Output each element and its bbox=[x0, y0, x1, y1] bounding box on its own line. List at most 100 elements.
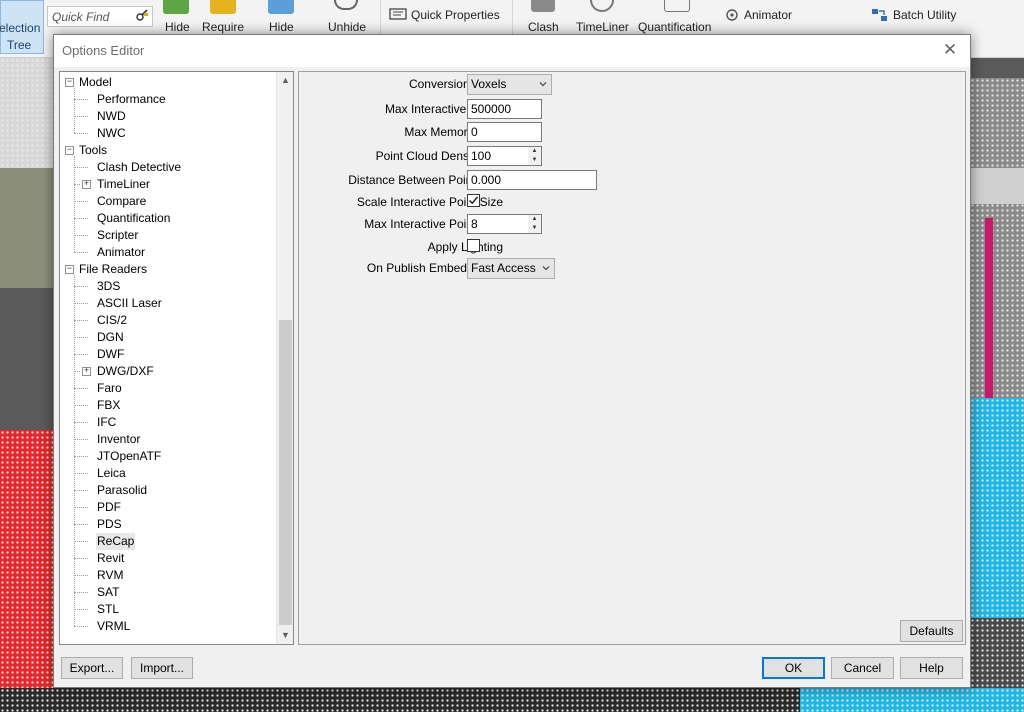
tree-connector bbox=[74, 133, 88, 134]
on-publish-embed-xrefs-select[interactable]: Fast Access bbox=[467, 258, 555, 279]
max-interactive-point-size-input[interactable] bbox=[467, 214, 529, 234]
tree-item-revit[interactable]: Revit bbox=[60, 550, 277, 567]
clash-button[interactable]: Clash bbox=[528, 20, 559, 34]
tree-item-performance[interactable]: Performance bbox=[60, 91, 277, 108]
tree-item-tools[interactable]: − Tools bbox=[60, 142, 277, 159]
tree-connector bbox=[74, 88, 75, 133]
apply-lighting-checkbox[interactable] bbox=[467, 239, 480, 252]
tree-item-ascii-laser[interactable]: ASCII Laser bbox=[60, 295, 277, 312]
tree-item-quantification[interactable]: Quantification bbox=[60, 210, 277, 227]
tree-item-nwc[interactable]: NWC bbox=[60, 125, 277, 142]
max-memory-input[interactable] bbox=[467, 122, 542, 142]
scene-structure bbox=[0, 58, 60, 168]
tree-connector bbox=[74, 337, 88, 338]
max-interactive-points-input[interactable] bbox=[467, 99, 542, 119]
hide-unselected-button[interactable]: Hide bbox=[269, 20, 294, 34]
tree-item-sat[interactable]: SAT bbox=[60, 584, 277, 601]
tree-item-parasolid[interactable]: Parasolid bbox=[60, 482, 277, 499]
animator-button[interactable]: Animator bbox=[724, 8, 792, 22]
dialog-titlebar[interactable]: Options Editor ✕ bbox=[54, 35, 970, 67]
tree-item-label: STL bbox=[97, 602, 120, 616]
tree-item-cis-2[interactable]: CIS/2 bbox=[60, 312, 277, 329]
tree-item-rvm[interactable]: RVM bbox=[60, 567, 277, 584]
tree-item-nwd[interactable]: NWD bbox=[60, 108, 277, 125]
tree-item-inventor[interactable]: Inventor bbox=[60, 431, 277, 448]
max-memory-row: Max Memory (MB) bbox=[299, 121, 965, 143]
tree-item-label: Animator bbox=[97, 245, 146, 259]
conversion-mode-select[interactable]: Voxels bbox=[467, 74, 552, 95]
ok-button[interactable]: OK bbox=[762, 657, 825, 679]
tree-item-jtopenatf[interactable]: JTOpenATF bbox=[60, 448, 277, 465]
help-button[interactable]: Help bbox=[900, 657, 963, 679]
tree-item-animator[interactable]: Animator bbox=[60, 244, 277, 261]
quick-properties-button[interactable]: Quick Properties bbox=[389, 8, 500, 22]
tree-item-3ds[interactable]: 3DS bbox=[60, 278, 277, 295]
expand-icon[interactable]: + bbox=[82, 367, 91, 376]
tree-connector bbox=[74, 422, 88, 423]
tree-scrollbar[interactable]: ▲ ▼ bbox=[276, 72, 293, 644]
quick-find-input[interactable]: Quick Find bbox=[47, 6, 153, 27]
tree-item-compare[interactable]: Compare bbox=[60, 193, 277, 210]
spin-down-icon[interactable]: ▼ bbox=[528, 156, 541, 165]
collapse-icon[interactable]: − bbox=[65, 265, 74, 274]
quick-properties-label: Quick Properties bbox=[411, 8, 500, 22]
point-cloud-density-input[interactable] bbox=[467, 146, 529, 166]
spin-buttons: ▲ ▼ bbox=[528, 146, 542, 166]
hide-button[interactable]: Hide bbox=[165, 20, 190, 34]
import-button[interactable]: Import... bbox=[131, 657, 193, 679]
point-cloud-density-stepper[interactable]: ▲ ▼ bbox=[467, 146, 542, 166]
defaults-button[interactable]: Defaults bbox=[900, 620, 963, 642]
tree-item-fbx[interactable]: FBX bbox=[60, 397, 277, 414]
expand-icon[interactable]: + bbox=[82, 180, 91, 189]
spin-up-icon[interactable]: ▲ bbox=[528, 147, 541, 156]
tree-item-dwg-dxf[interactable]: + DWG/DXF bbox=[60, 363, 277, 380]
quantification-button[interactable]: Quantification bbox=[638, 20, 711, 34]
tree-item-model[interactable]: − Model bbox=[60, 74, 277, 91]
tree-item-pdf[interactable]: PDF bbox=[60, 499, 277, 516]
on-publish-embed-xrefs-row: On Publish Embed XRefs Fast Access bbox=[299, 257, 965, 279]
tree-item-scripter[interactable]: Scripter bbox=[60, 227, 277, 244]
batch-utility-button[interactable]: Batch Utility bbox=[871, 8, 956, 22]
tree-item-recap[interactable]: ReCap bbox=[60, 533, 277, 550]
max-interactive-point-size-stepper[interactable]: ▲ ▼ bbox=[467, 214, 542, 234]
tree-item-timeliner[interactable]: + TimeLiner bbox=[60, 176, 277, 193]
tree-item-dwf[interactable]: DWF bbox=[60, 346, 277, 363]
spin-up-icon[interactable]: ▲ bbox=[528, 215, 541, 224]
hide-icon bbox=[163, 0, 189, 14]
cancel-button[interactable]: Cancel bbox=[831, 657, 894, 679]
scene-red-equipment bbox=[0, 430, 55, 712]
tree-connector bbox=[74, 320, 88, 321]
chevron-down-icon bbox=[542, 266, 550, 271]
conversion-mode-value: Voxels bbox=[471, 77, 507, 91]
distance-between-points-input[interactable] bbox=[467, 170, 597, 190]
collapse-icon[interactable]: − bbox=[65, 78, 74, 87]
tree-item-pds[interactable]: PDS bbox=[60, 516, 277, 533]
tree-item-ifc[interactable]: IFC bbox=[60, 414, 277, 431]
selection-tree-button[interactable]: election Tree bbox=[0, 0, 44, 54]
tree-item-clash-detective[interactable]: Clash Detective bbox=[60, 159, 277, 176]
tree-item-stl[interactable]: STL bbox=[60, 601, 277, 618]
recap-options-panel: Conversion Mode Voxels Max Interactive P… bbox=[298, 71, 966, 645]
unhide-button[interactable]: Unhide bbox=[328, 20, 366, 34]
scale-interactive-point-size-checkbox[interactable] bbox=[467, 194, 480, 207]
tree-connector bbox=[74, 167, 88, 168]
scroll-down-arrow-icon[interactable]: ▼ bbox=[277, 627, 293, 644]
tree-item-vrml[interactable]: VRML bbox=[60, 618, 277, 635]
scroll-thumb[interactable] bbox=[279, 320, 292, 625]
timeliner-button[interactable]: TimeLiner bbox=[576, 20, 629, 34]
tree-connector bbox=[74, 303, 88, 304]
tree-item-label: 3DS bbox=[97, 279, 121, 293]
collapse-icon[interactable]: − bbox=[65, 146, 74, 155]
close-button[interactable]: ✕ bbox=[940, 40, 960, 60]
tree-item-label: ReCap bbox=[96, 533, 136, 550]
export-button[interactable]: Export... bbox=[61, 657, 123, 679]
tree-item-dgn[interactable]: DGN bbox=[60, 329, 277, 346]
tree-connector bbox=[74, 541, 88, 542]
tree-item-faro[interactable]: Faro bbox=[60, 380, 277, 397]
tree-item-leica[interactable]: Leica bbox=[60, 465, 277, 482]
require-button[interactable]: Require bbox=[202, 20, 244, 34]
tree-connector bbox=[74, 235, 88, 236]
tree-item-file-readers[interactable]: − File Readers bbox=[60, 261, 277, 278]
scroll-up-arrow-icon[interactable]: ▲ bbox=[277, 72, 293, 89]
spin-down-icon[interactable]: ▼ bbox=[528, 224, 541, 233]
